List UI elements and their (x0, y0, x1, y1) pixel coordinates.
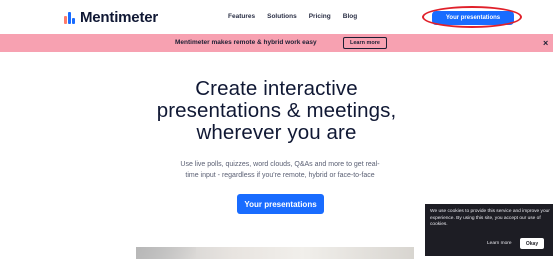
promo-banner: Mentimeter makes remote & hybrid work ea… (0, 34, 553, 52)
site-header: Mentimeter Features Solutions Pricing Bl… (0, 0, 553, 34)
main-nav: Features Solutions Pricing Blog (228, 13, 357, 20)
nav-blog[interactable]: Blog (343, 13, 357, 20)
logo-mark-icon (64, 11, 75, 24)
cookie-text: We use cookies to provide this service a… (430, 209, 550, 227)
cookie-consent-popup: We use cookies to provide this service a… (425, 204, 553, 256)
banner-learn-more-button[interactable]: Learn more (343, 37, 387, 49)
cookie-learn-more-link[interactable]: Learn more (487, 241, 512, 246)
logo-text: Mentimeter (80, 9, 159, 26)
cookie-okay-button[interactable]: Okay (520, 238, 544, 249)
nav-pricing[interactable]: Pricing (309, 13, 331, 20)
mentimeter-logo[interactable]: Mentimeter (64, 9, 158, 26)
hero-title-line: Create interactive (195, 77, 358, 100)
nav-features[interactable]: Features (228, 13, 255, 20)
nav-solutions[interactable]: Solutions (267, 13, 297, 20)
close-icon[interactable]: × (543, 38, 548, 48)
your-presentations-button[interactable]: Your presentations (237, 194, 324, 214)
banner-text: Mentimeter makes remote & hybrid work ea… (175, 39, 317, 46)
your-presentations-header-button[interactable]: Your presentations (432, 11, 514, 25)
hero-subtitle: Use live polls, quizzes, word clouds, Q&… (160, 159, 400, 181)
hero-image-shade (136, 247, 196, 259)
hero-title-line: wherever you are (196, 121, 357, 144)
hero-title-line: presentations & meetings, (156, 99, 397, 122)
hero-subtitle-line: time input - regardless if you're remote… (185, 172, 375, 179)
hero-title: Create interactive presentations & meeti… (0, 78, 553, 144)
hero-subtitle-line: Use live polls, quizzes, word clouds, Q&… (180, 161, 380, 168)
